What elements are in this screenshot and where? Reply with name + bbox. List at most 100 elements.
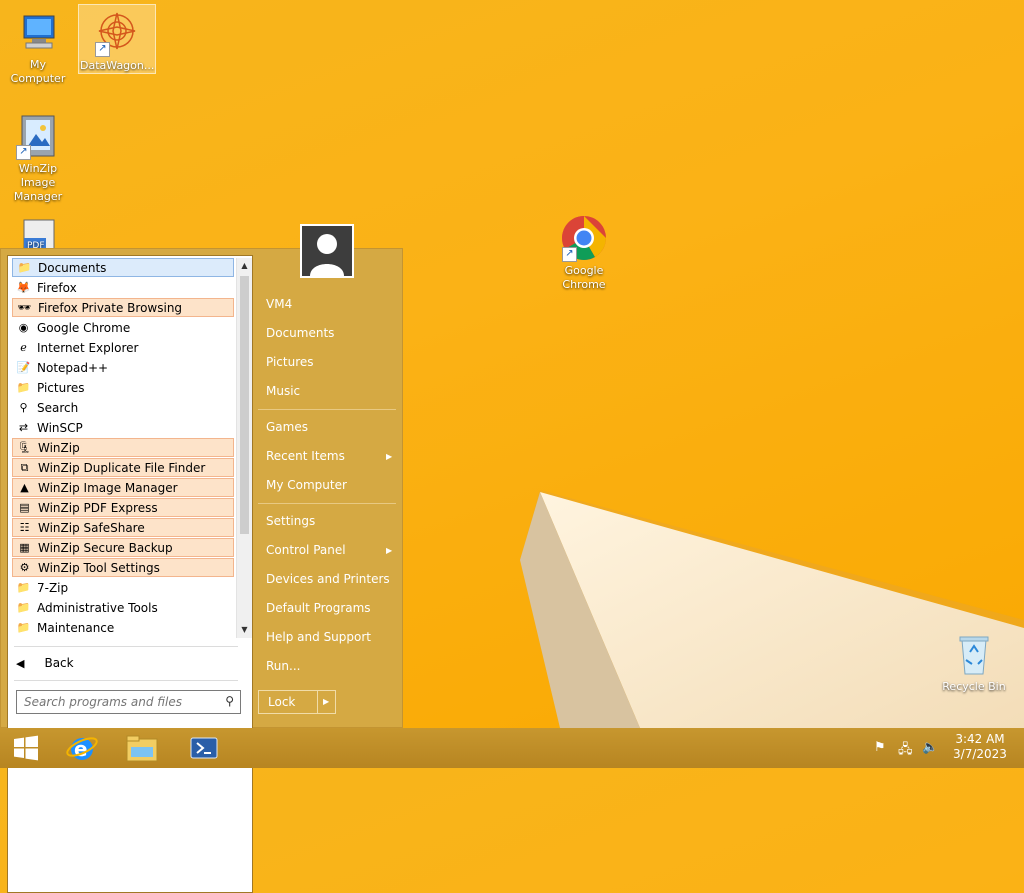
folder-icon: 📁 <box>16 581 31 594</box>
start-link-default-programs[interactable]: Default Programs <box>266 601 371 615</box>
taskbar-clock[interactable]: 3:42 AM 3/7/2023 <box>952 732 1008 762</box>
back-button[interactable]: ◀ Back <box>16 652 74 674</box>
program-label: WinZip <box>38 440 80 455</box>
program-item[interactable]: ⚙ WinZip Tool Settings <box>12 558 234 577</box>
start-link-music[interactable]: Music <box>266 384 300 398</box>
program-item[interactable]: ℯ Internet Explorer <box>12 338 234 357</box>
scroll-down-icon[interactable]: ▼ <box>237 622 252 638</box>
program-label: 7-Zip <box>37 580 69 595</box>
program-item[interactable]: ⚲ Search <box>12 398 234 417</box>
tool-settings-icon: ⚙ <box>19 561 30 574</box>
start-link-my-computer[interactable]: My Computer <box>266 478 347 492</box>
start-link-recent-items[interactable]: Recent Items <box>266 449 345 463</box>
submenu-arrow-icon: ▶ <box>386 452 393 461</box>
program-label: Documents <box>38 260 107 275</box>
firefox-icon: 🦊 <box>16 281 31 294</box>
program-label: Firefox <box>37 280 77 295</box>
program-label: Firefox Private Browsing <box>38 300 183 315</box>
program-item[interactable]: 📁 7-Zip <box>12 578 234 597</box>
scroll-up-icon[interactable]: ▲ <box>237 258 252 274</box>
lock-button[interactable]: Lock ▶ <box>258 690 336 714</box>
start-link-documents[interactable]: Documents <box>266 326 334 340</box>
lock-options-arrow-icon[interactable]: ▶ <box>323 691 329 713</box>
program-item[interactable]: ☷ WinZip SafeShare <box>12 518 234 537</box>
network-icon[interactable]: 🖧 <box>898 740 913 762</box>
program-item[interactable]: 🕶 Firefox Private Browsing <box>12 298 234 317</box>
desktop-icon-winzip-image-manager[interactable]: ↗ WinZip Image Manager <box>0 108 76 206</box>
folder-icon: 📁 <box>16 601 31 614</box>
ie-icon: ℯ <box>20 341 27 354</box>
start-link-settings[interactable]: Settings <box>266 514 315 528</box>
winzip-icon: 🗜 <box>17 441 32 454</box>
program-label: WinSCP <box>37 420 83 435</box>
back-label: Back <box>44 656 74 670</box>
program-list-scrollbar[interactable]: ▲ ▼ <box>236 258 252 638</box>
speaker-icon[interactable]: 🔈 <box>922 740 938 755</box>
user-avatar[interactable] <box>300 224 354 278</box>
separator <box>258 503 396 504</box>
taskbar: e ⚑ 🖧 🔈 <box>0 728 1024 768</box>
separator <box>14 680 238 681</box>
program-item[interactable]: 🗜 WinZip <box>12 438 234 457</box>
shortcut-arrow-icon: ↗ <box>95 42 110 57</box>
taskbar-file-explorer[interactable] <box>116 731 168 765</box>
program-label: WinZip Duplicate File Finder <box>38 460 206 475</box>
desktop-icon-datawagon[interactable]: ↗ DataWagon... <box>78 4 156 74</box>
search-icon: ⚲ <box>19 401 28 414</box>
desktop-icon-recycle-bin[interactable]: Recycle Bin <box>936 626 1012 696</box>
taskbar-powershell[interactable] <box>178 731 230 765</box>
program-item[interactable]: 📁 Pictures <box>12 378 234 397</box>
program-item[interactable]: 🦊 Firefox <box>12 278 234 297</box>
program-label: Administrative Tools <box>37 600 158 615</box>
program-item[interactable]: ▲ WinZip Image Manager <box>12 478 234 497</box>
program-item[interactable]: 📁 Administrative Tools <box>12 598 234 617</box>
program-label: WinZip PDF Express <box>38 500 158 515</box>
start-link-run[interactable]: Run... <box>266 659 300 673</box>
program-label: WinZip Tool Settings <box>38 560 160 575</box>
program-item[interactable]: 📝 Notepad++ <box>12 358 234 377</box>
shortcut-arrow-icon: ↗ <box>16 145 31 160</box>
start-link-vm4[interactable]: VM4 <box>266 297 292 311</box>
search-icon[interactable]: ⚲ <box>225 694 234 708</box>
program-item[interactable]: ▤ WinZip PDF Express <box>12 498 234 517</box>
separator <box>14 646 238 647</box>
program-item[interactable]: ⇄ WinSCP <box>12 418 234 437</box>
program-item[interactable]: ◉ Google Chrome <box>12 318 234 337</box>
winscp-icon: ⇄ <box>18 421 29 434</box>
start-button[interactable] <box>0 731 52 765</box>
computer-icon <box>14 8 62 56</box>
scroll-thumb[interactable] <box>240 276 249 534</box>
start-link-devices-and-printers[interactable]: Devices and Printers <box>266 572 390 586</box>
backup-icon: ▦ <box>19 541 30 554</box>
back-arrow-icon: ◀ <box>16 656 25 670</box>
image-manager-icon: ▲ <box>20 481 29 494</box>
notepad-icon: 📝 <box>16 361 31 374</box>
recycle-bin-icon <box>950 630 998 678</box>
search-box[interactable]: ⚲ <box>16 690 241 714</box>
flag-icon[interactable]: ⚑ <box>874 740 886 755</box>
start-link-help-and-support[interactable]: Help and Support <box>266 630 371 644</box>
datawagon-icon: ↗ <box>93 9 141 57</box>
program-item[interactable]: ⧉ WinZip Duplicate File Finder <box>12 458 234 477</box>
program-label: WinZip Image Manager <box>38 480 178 495</box>
search-input[interactable] <box>22 694 216 710</box>
program-label: Pictures <box>37 380 85 395</box>
folder-icon: 📁 <box>16 381 31 394</box>
folder-icon: 📁 <box>17 261 32 274</box>
start-link-pictures[interactable]: Pictures <box>266 355 314 369</box>
clock-date: 3/7/2023 <box>953 747 1007 761</box>
program-item[interactable]: ▦ WinZip Secure Backup <box>12 538 234 557</box>
shortcut-arrow-icon: ↗ <box>562 247 577 262</box>
taskbar-internet-explorer[interactable]: e <box>56 731 108 765</box>
start-link-games[interactable]: Games <box>266 420 308 434</box>
submenu-arrow-icon: ▶ <box>386 546 393 555</box>
desktop-icon-google-chrome[interactable]: ↗ Google Chrome <box>546 210 622 294</box>
start-link-control-panel[interactable]: Control Panel <box>266 543 346 557</box>
program-item[interactable]: 📁 Documents <box>12 258 234 277</box>
winzip-image-manager-icon: ↗ <box>14 112 62 160</box>
chrome-icon: ◉ <box>18 321 29 334</box>
program-label: WinZip Secure Backup <box>38 540 173 555</box>
desktop-icon-my-computer[interactable]: My Computer <box>0 4 76 88</box>
program-item[interactable]: 📁 Maintenance <box>12 618 234 637</box>
internet-explorer-icon: e <box>66 737 98 761</box>
